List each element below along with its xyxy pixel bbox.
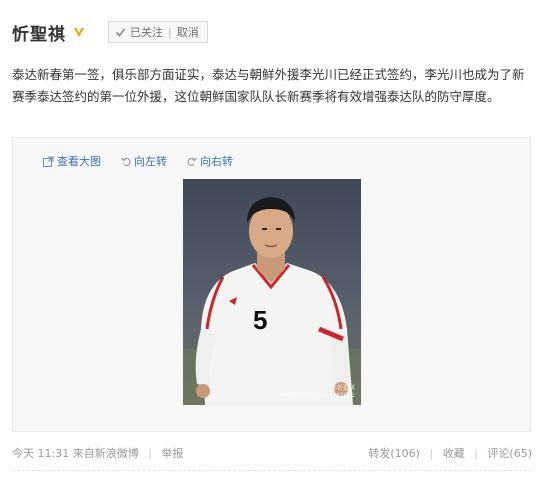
post-meta: 今天 11:31 来自新浪微博 | 举报 xyxy=(12,445,183,461)
source-prefix: 来自 xyxy=(72,447,95,460)
rotate-right-button[interactable]: 向右转 xyxy=(187,153,233,169)
rotate-left-button[interactable]: 向左转 xyxy=(121,153,167,169)
username[interactable]: 忻聖祺 xyxy=(12,20,66,45)
follow-status: 已关注 | 取消 xyxy=(108,21,208,43)
post-photo[interactable]: 5 @忻聖祺 weibo.com/1788560021 xyxy=(183,179,361,405)
followed-label: 已关注 xyxy=(130,26,163,39)
unfollow-button[interactable]: 取消 xyxy=(177,24,199,40)
zoom-icon xyxy=(43,156,54,167)
comment-link[interactable]: 评论(65) xyxy=(487,447,532,460)
image-watermark: @忻聖祺 weibo.com/1788560021 xyxy=(282,385,355,399)
favorite-link[interactable]: 收藏 xyxy=(443,447,465,460)
view-large-image-button[interactable]: 查看大图 xyxy=(43,153,101,169)
media-box: 查看大图 向左转 向右转 5 @忻聖祺 weibo.com/1788560021 xyxy=(12,137,531,432)
media-toolbar: 查看大图 向左转 向右转 xyxy=(43,153,233,169)
verified-v-icon[interactable] xyxy=(72,25,86,39)
rotate-right-icon xyxy=(187,157,197,166)
post-divider xyxy=(12,470,532,471)
check-icon xyxy=(115,28,126,37)
post-header: 忻聖祺 已关注 | 取消 xyxy=(12,18,208,46)
follow-separator: | xyxy=(168,25,172,39)
meta-separator: | xyxy=(148,447,152,460)
rotate-left-label: 向左转 xyxy=(134,155,167,168)
action-separator-1: | xyxy=(429,447,434,460)
report-link[interactable]: 举报 xyxy=(161,447,183,460)
post-time-link[interactable]: 今天 11:31 xyxy=(12,447,69,460)
rotate-right-label: 向右转 xyxy=(200,155,233,168)
rotate-left-icon xyxy=(121,157,131,166)
post-actions: 转发(106) | 收藏 | 评论(65) xyxy=(368,445,532,461)
jersey-number: 5 xyxy=(253,305,267,335)
source-link[interactable]: 新浪微博 xyxy=(95,447,139,460)
action-separator-2: | xyxy=(474,447,478,460)
repost-link[interactable]: 转发(106) xyxy=(368,447,420,460)
post-text: 泰达新春第一签，俱乐部方面证实，泰达与朝鲜外援李光川已经正式签约，李光川也成为了… xyxy=(12,67,525,104)
view-large-label: 查看大图 xyxy=(57,155,101,168)
